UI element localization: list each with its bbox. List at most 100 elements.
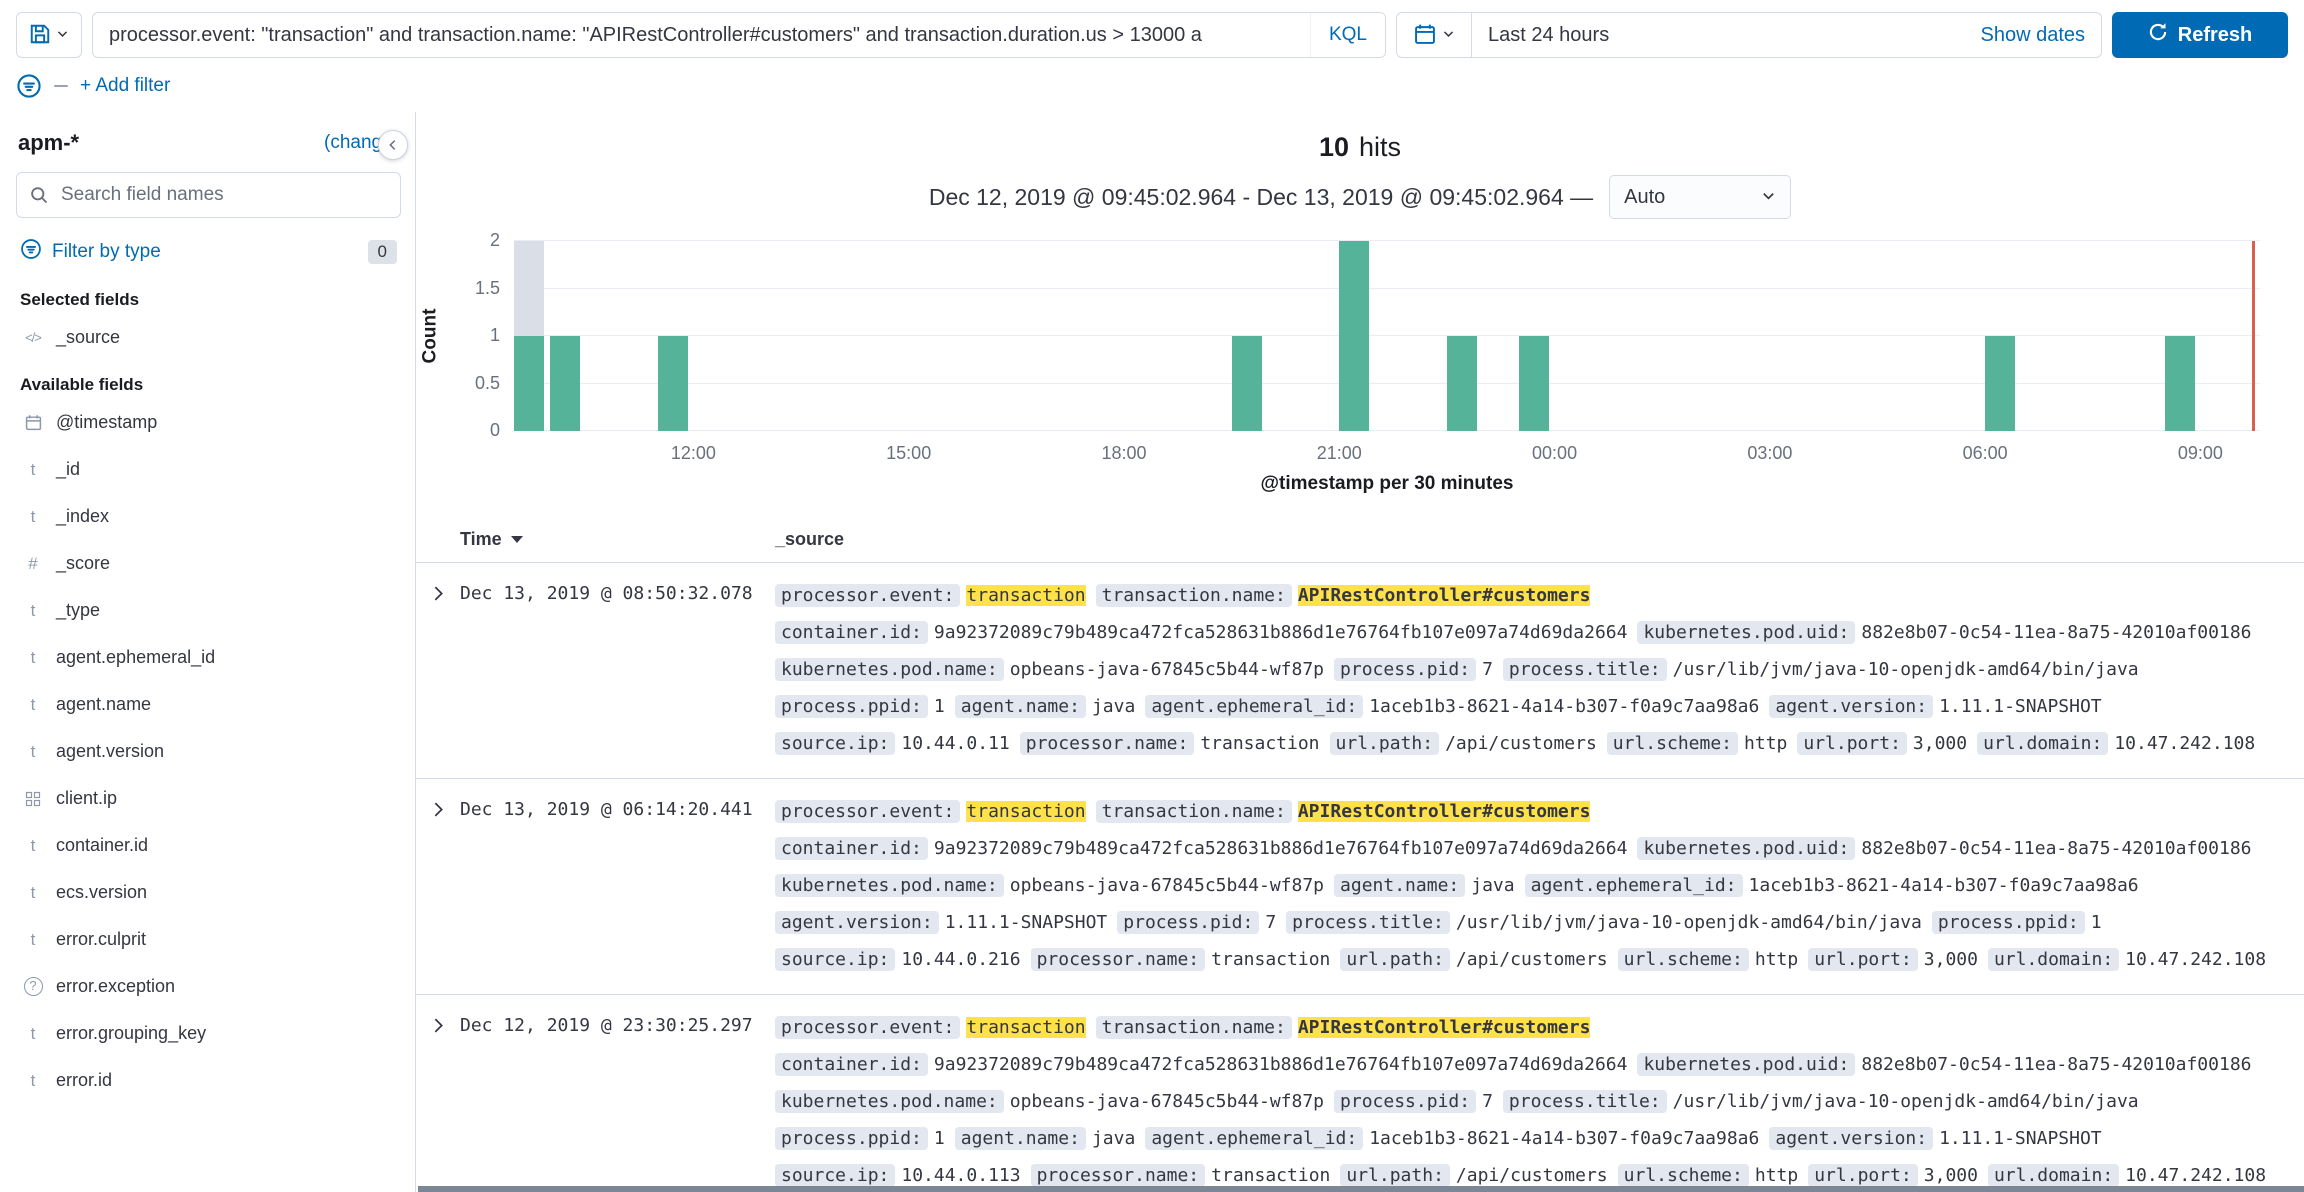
field-name-badge: url.domain: xyxy=(1988,948,2119,971)
field-value: java xyxy=(1092,696,1135,717)
y-tick-label: 2 xyxy=(490,230,500,251)
field-pair: url.path:/api/customers xyxy=(1330,725,1597,762)
filter-by-type-label: Filter by type xyxy=(52,241,161,263)
field-pair: container.id:9a92372089c79b489ca472fca52… xyxy=(775,614,1627,651)
doc-timestamp: Dec 12, 2019 @ 23:30:25.297 xyxy=(460,1009,775,1192)
sidebar-field-error.grouping_key[interactable]: terror.grouping_key xyxy=(16,1010,401,1057)
filter-menu-button[interactable] xyxy=(16,73,42,99)
sidebar-field-agent.version[interactable]: tagent.version xyxy=(16,728,401,775)
field-name-badge: url.port: xyxy=(1808,948,1918,971)
query-input[interactable]: processor.event: "transaction" and trans… xyxy=(93,24,1310,47)
show-dates-link[interactable]: Show dates xyxy=(1980,24,2085,47)
field-value: 1aceb1b3-8621-4a14-b307-f0a9c7aa98a6 xyxy=(1369,1128,1759,1149)
field-label: _score xyxy=(56,553,110,574)
sidebar-field-agent.name[interactable]: tagent.name xyxy=(16,681,401,728)
field-value: 10.44.0.113 xyxy=(901,1165,1020,1186)
index-pattern-name[interactable]: apm-* xyxy=(18,130,79,156)
field-label: _type xyxy=(56,600,100,621)
sidebar-field-error.exception[interactable]: ?error.exception xyxy=(16,963,401,1010)
hits-summary: 10hits xyxy=(416,112,2304,163)
x-tick-label: 03:00 xyxy=(1747,443,1792,464)
sidebar-field-_index[interactable]: t_index xyxy=(16,493,401,540)
y-tick-label: 1.5 xyxy=(475,278,500,299)
field-pair: process.pid:7 xyxy=(1334,651,1493,688)
calendar-icon xyxy=(1414,23,1436,48)
sidebar-field-client.ip[interactable]: client.ip xyxy=(16,775,401,822)
horizontal-scrollbar[interactable] xyxy=(418,1186,2304,1192)
field-label: ecs.version xyxy=(56,882,147,903)
query-language-button[interactable]: KQL xyxy=(1310,13,1385,57)
field-label: error.culprit xyxy=(56,929,146,950)
time-column-header[interactable]: Time xyxy=(460,529,775,550)
field-type-string-icon: t xyxy=(22,1072,44,1089)
save-query-button[interactable] xyxy=(16,12,82,58)
sidebar-field-_type[interactable]: t _type xyxy=(16,587,401,634)
field-value: http xyxy=(1755,1165,1798,1186)
query-input-wrap: processor.event: "transaction" and trans… xyxy=(92,12,1386,58)
field-value: 1 xyxy=(934,696,945,717)
field-pair: kubernetes.pod.name:opbeans-java-67845c5… xyxy=(775,651,1324,688)
filter-by-type-button[interactable]: Filter by type 0 xyxy=(16,228,401,276)
field-name-badge: processor.name: xyxy=(1031,948,1206,971)
table-header: Time _source xyxy=(416,517,2304,563)
sidebar-field-error.id[interactable]: terror.id xyxy=(16,1057,401,1104)
sidebar-field-agent.ephemeral_id[interactable]: tagent.ephemeral_id xyxy=(16,634,401,681)
field-name-badge: transaction.name: xyxy=(1096,800,1292,823)
field-type-string-icon: t xyxy=(22,837,44,854)
x-tick-label: 12:00 xyxy=(671,443,716,464)
field-pair: url.path:/api/customers xyxy=(1340,941,1607,978)
field-label: @timestamp xyxy=(56,412,157,433)
time-range-value[interactable]: Last 24 hours xyxy=(1488,24,1970,47)
x-tick-label: 09:00 xyxy=(2178,443,2223,464)
field-pair: transaction.name:APIRestController#custo… xyxy=(1096,1009,1591,1046)
field-value: /usr/lib/jvm/java-10-openjdk-amd64/bin/j… xyxy=(1673,1091,2139,1112)
x-tick-label: 21:00 xyxy=(1317,443,1362,464)
field-type-string-icon: t xyxy=(22,461,44,478)
field-pair: agent.version:1.11.1-SNAPSHOT xyxy=(1769,688,2101,725)
field-pair: container.id:9a92372089c79b489ca472fca52… xyxy=(775,1046,1627,1083)
field-value: transaction xyxy=(1211,949,1330,970)
field-pair: agent.version:1.11.1-SNAPSHOT xyxy=(775,904,1107,941)
histogram-plot[interactable]: 00.511.5212:0015:0018:0021:0000:0003:000… xyxy=(514,241,2260,431)
field-name-badge: agent.ephemeral_id: xyxy=(1145,695,1363,718)
sidebar-field-error.culprit[interactable]: terror.culprit xyxy=(16,916,401,963)
query-toolbar: processor.event: "transaction" and trans… xyxy=(0,0,2304,68)
field-value: transaction xyxy=(966,801,1085,822)
search-icon xyxy=(29,185,49,210)
field-label: _index xyxy=(56,506,109,527)
field-label: agent.version xyxy=(56,741,164,762)
sidebar-field-_score[interactable]: #_score xyxy=(16,540,401,587)
expand-doc-button[interactable] xyxy=(416,793,460,978)
expand-doc-button[interactable] xyxy=(416,577,460,762)
discover-main: 10hits Dec 12, 2019 @ 09:45:02.964 - Dec… xyxy=(416,112,2304,1192)
expand-doc-button[interactable] xyxy=(416,1009,460,1192)
field-pair: process.ppid:1 xyxy=(775,1120,945,1157)
sidebar-field-_id[interactable]: t_id xyxy=(16,446,401,493)
date-quick-select-button[interactable] xyxy=(1396,12,1472,58)
field-type-unknown-icon: ? xyxy=(22,977,44,996)
refresh-button[interactable]: Refresh xyxy=(2112,12,2288,58)
sidebar-field-ecs.version[interactable]: tecs.version xyxy=(16,869,401,916)
field-value: java xyxy=(1092,1128,1135,1149)
gridline xyxy=(514,240,2260,241)
field-label: agent.name xyxy=(56,694,151,715)
sidebar-field-@timestamp[interactable]: @timestamp xyxy=(16,399,401,446)
y-tick-label: 1 xyxy=(490,325,500,346)
field-pair: url.domain:10.47.242.108 xyxy=(1977,725,2255,762)
sidebar-field-container.id[interactable]: tcontainer.id xyxy=(16,822,401,869)
field-name-badge: kubernetes.pod.uid: xyxy=(1637,837,1855,860)
add-filter-link[interactable]: + Add filter xyxy=(80,75,170,97)
y-tick-label: 0 xyxy=(490,420,500,441)
field-type-string-icon: t xyxy=(22,602,44,619)
field-name-badge: process.ppid: xyxy=(775,695,928,718)
field-value: 1aceb1b3-8621-4a14-b307-f0a9c7aa98a6 xyxy=(1749,875,2139,896)
field-pair: source.ip:10.44.0.11 xyxy=(775,725,1010,762)
field-name-badge: url.scheme: xyxy=(1618,1164,1749,1187)
interval-select[interactable]: Auto xyxy=(1609,175,1791,219)
field-search-input[interactable] xyxy=(16,172,401,218)
collapse-sidebar-button[interactable] xyxy=(378,130,408,160)
field-value: 9a92372089c79b489ca472fca528631b886d1e76… xyxy=(934,622,1628,643)
chevron-down-icon xyxy=(1442,27,1455,43)
sidebar-field-_source[interactable]: </>_source xyxy=(16,314,401,361)
time-header-label: Time xyxy=(460,529,502,550)
